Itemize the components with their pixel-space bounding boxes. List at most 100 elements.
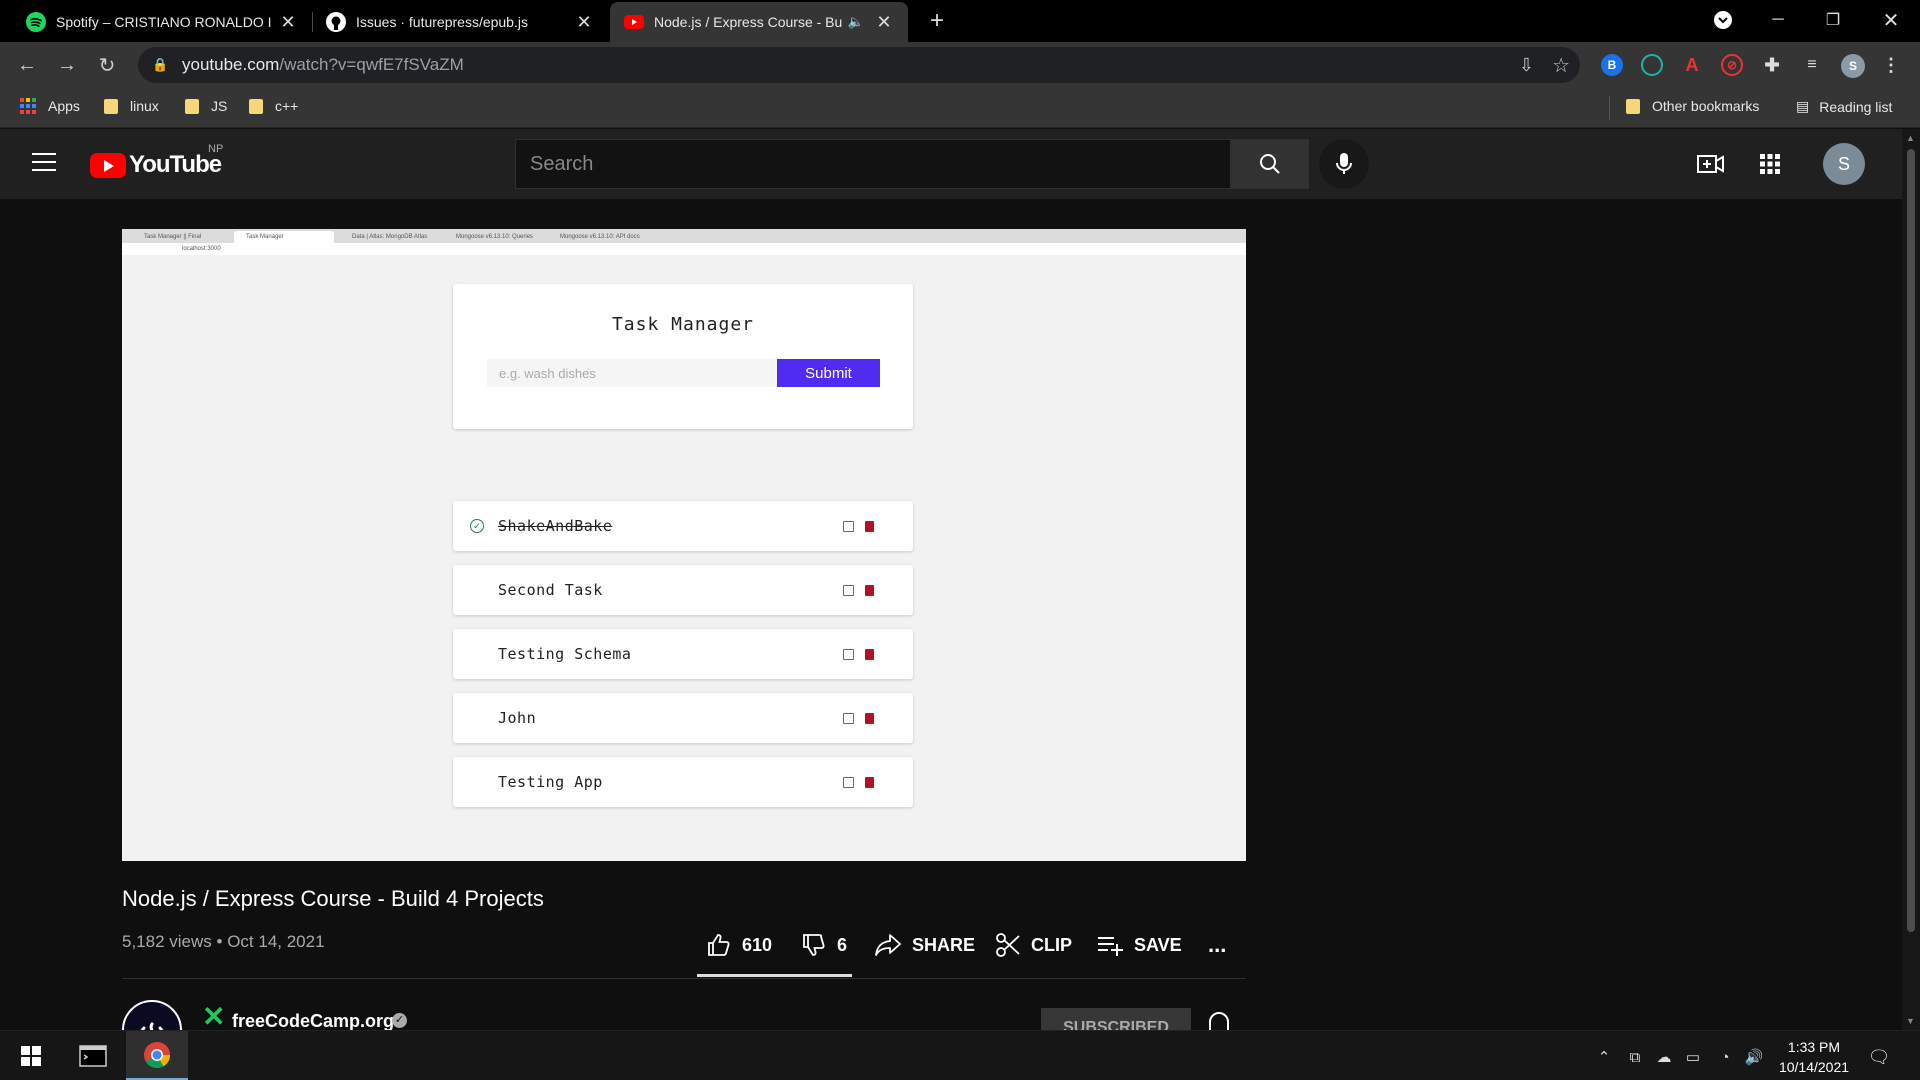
browser-tab-github[interactable]: Issues · futurepress/epub.js ✕ bbox=[312, 2, 608, 42]
browser-tab-strip: Spotify – CRISTIANO RONALDO I ✕ Issues ·… bbox=[0, 0, 1920, 42]
restore-button[interactable]: ❐ bbox=[1810, 0, 1856, 40]
lock-icon[interactable]: 🔒 bbox=[152, 57, 170, 73]
search-button[interactable] bbox=[1231, 139, 1309, 189]
trash-icon bbox=[865, 648, 874, 660]
apps-grid-icon bbox=[20, 98, 36, 114]
reading-list-icon: ▤ bbox=[1796, 98, 1810, 114]
voice-search-button[interactable] bbox=[1319, 139, 1369, 189]
url-path: /watch?v=qwfE7fSVaZM bbox=[279, 55, 464, 74]
url-text[interactable]: youtube.com/watch?v=qwfE7fSVaZM bbox=[182, 55, 464, 75]
browser-tab-youtube[interactable]: Node.js / Express Course - Bu 🔈 ✕ bbox=[610, 2, 908, 42]
extension-circle-icon[interactable] bbox=[1641, 54, 1663, 76]
address-bar[interactable]: 🔒 youtube.com/watch?v=qwfE7fSVaZM ⇩ ☆ bbox=[138, 47, 1580, 83]
bookmark-folder-linux[interactable]: linux bbox=[104, 98, 159, 114]
task-name: Testing Schema bbox=[498, 645, 632, 663]
extension-blocker-icon[interactable]: ⊘ bbox=[1721, 54, 1743, 76]
extensions-puzzle-icon[interactable]: ✚ bbox=[1761, 54, 1783, 76]
start-button[interactable] bbox=[8, 1031, 54, 1080]
youtube-logo[interactable]: YouTube NP bbox=[90, 143, 223, 179]
trash-icon bbox=[865, 520, 874, 532]
inner-tab: Mongoose v6.13.10: API docs bbox=[560, 234, 640, 240]
create-video-icon[interactable] bbox=[1696, 149, 1726, 179]
meta-separator: • bbox=[216, 932, 223, 951]
account-avatar[interactable]: S bbox=[1823, 143, 1865, 185]
save-button[interactable]: SAVE bbox=[1096, 930, 1182, 960]
system-clock[interactable]: 1:33 PM 10/14/2021 bbox=[1760, 1037, 1868, 1077]
channel-name[interactable]: freeCodeCamp.org bbox=[232, 1011, 394, 1030]
browser-menu-icon[interactable]: ⋮ bbox=[1880, 54, 1902, 76]
youtube-header: YouTube NP Search S bbox=[0, 129, 1920, 199]
app-title: Task Manager bbox=[611, 314, 755, 335]
terminal-icon bbox=[79, 1045, 107, 1067]
show-hidden-icons-chevron-up-icon[interactable]: ⌃ bbox=[1594, 1047, 1614, 1067]
youtube-icon bbox=[624, 15, 644, 29]
tab-search-button[interactable] bbox=[1700, 0, 1746, 40]
close-tab-icon[interactable]: ✕ bbox=[278, 12, 298, 33]
trash-icon bbox=[865, 776, 874, 788]
scroll-thumb[interactable] bbox=[1907, 149, 1915, 932]
close-tab-icon[interactable]: ✕ bbox=[574, 12, 594, 33]
audio-playing-icon[interactable]: 🔈 bbox=[848, 14, 864, 30]
share-label: SHARE bbox=[912, 934, 976, 955]
notification-bell-icon[interactable] bbox=[1209, 1012, 1229, 1030]
forward-arrow-icon[interactable]: → bbox=[52, 50, 82, 80]
input-placeholder: e.g. wash dishes bbox=[499, 365, 596, 381]
action-center-notification-icon[interactable]: 🗨 bbox=[1868, 1047, 1891, 1067]
github-icon bbox=[326, 12, 346, 32]
apps-grid-icon[interactable] bbox=[1755, 149, 1785, 179]
bookmark-star-icon[interactable]: ☆ bbox=[1552, 53, 1570, 78]
check-circle-icon: ✓ bbox=[470, 519, 484, 533]
like-button[interactable]: 610 bbox=[706, 930, 772, 960]
extension-acrobat-icon[interactable]: A bbox=[1681, 54, 1703, 76]
search-placeholder: Search bbox=[530, 152, 594, 175]
bookmark-folder-js[interactable]: JS bbox=[185, 98, 227, 114]
inner-tab: Task Manager bbox=[234, 231, 334, 243]
video-player[interactable]: Task Manager || Final Task Manager Data … bbox=[122, 229, 1246, 861]
bookmark-apps[interactable]: Apps bbox=[20, 98, 80, 114]
bookmark-label: Apps bbox=[48, 98, 80, 114]
edit-icon bbox=[843, 712, 854, 724]
inner-tab: Task Manager || Final bbox=[144, 234, 202, 240]
taskbar-chrome[interactable] bbox=[126, 1031, 188, 1080]
profile-avatar[interactable]: S bbox=[1841, 54, 1865, 78]
bookmark-folder-cpp[interactable]: c++ bbox=[249, 98, 298, 114]
trash-icon bbox=[865, 712, 874, 724]
video-inner-tab-strip: Task Manager || Final Task Manager Data … bbox=[122, 229, 1246, 243]
clip-button[interactable]: CLIP bbox=[995, 930, 1072, 960]
scroll-up-arrow-icon[interactable]: ▲ bbox=[1906, 133, 1915, 143]
back-arrow-icon[interactable]: ← bbox=[12, 50, 42, 80]
task-item: John bbox=[453, 693, 913, 743]
install-app-icon[interactable]: ⇩ bbox=[1519, 55, 1534, 76]
scroll-down-arrow-icon[interactable]: ▼ bbox=[1906, 1016, 1915, 1026]
share-button[interactable]: SHARE bbox=[874, 930, 975, 960]
battery-icon[interactable]: ▭ bbox=[1683, 1047, 1703, 1067]
wifi-icon[interactable]: ◔ bbox=[1715, 1047, 1735, 1067]
meet-now-icon[interactable]: ⧉ bbox=[1625, 1047, 1645, 1067]
search-input[interactable]: Search bbox=[515, 139, 1231, 189]
bookmark-label: Other bookmarks bbox=[1652, 98, 1760, 114]
more-actions-button[interactable]: ... bbox=[1208, 930, 1226, 960]
browser-toolbar: ← → ↻ 🔒 youtube.com/watch?v=qwfE7fSVaZM … bbox=[0, 42, 1920, 88]
new-tab-button[interactable]: + bbox=[922, 6, 952, 36]
subscribe-button[interactable]: SUBSCRIBED bbox=[1041, 1008, 1191, 1030]
close-tab-icon[interactable]: ✕ bbox=[874, 12, 894, 33]
bookmark-other[interactable]: Other bookmarks bbox=[1626, 98, 1759, 114]
browser-tab-spotify[interactable]: Spotify – CRISTIANO RONALDO I ✕ bbox=[12, 2, 312, 42]
media-control-icon[interactable]: ≡ bbox=[1801, 54, 1823, 76]
reading-list-button[interactable]: ▤ Reading list bbox=[1796, 98, 1892, 115]
video-title: Node.js / Express Course - Build 4 Proje… bbox=[122, 886, 544, 911]
hamburger-menu-icon[interactable] bbox=[32, 153, 56, 173]
edit-icon bbox=[843, 520, 854, 532]
dislike-button[interactable]: 6 bbox=[801, 930, 847, 960]
extension-b-icon[interactable]: B bbox=[1601, 54, 1623, 76]
onedrive-cloud-icon[interactable]: ☁ bbox=[1654, 1047, 1674, 1067]
close-window-button[interactable]: ✕ bbox=[1868, 0, 1914, 40]
channel-avatar[interactable] bbox=[122, 1000, 182, 1030]
clock-time: 1:33 PM bbox=[1787, 1039, 1841, 1055]
taskbar-terminal[interactable] bbox=[70, 1031, 116, 1080]
reload-icon[interactable]: ↻ bbox=[92, 50, 122, 80]
page-scrollbar[interactable]: ▲ ▼ bbox=[1902, 129, 1920, 1030]
task-item: Testing Schema bbox=[453, 629, 913, 679]
task-name: ShakeAndBake bbox=[498, 517, 613, 535]
minimize-button[interactable]: ─ bbox=[1755, 0, 1801, 40]
